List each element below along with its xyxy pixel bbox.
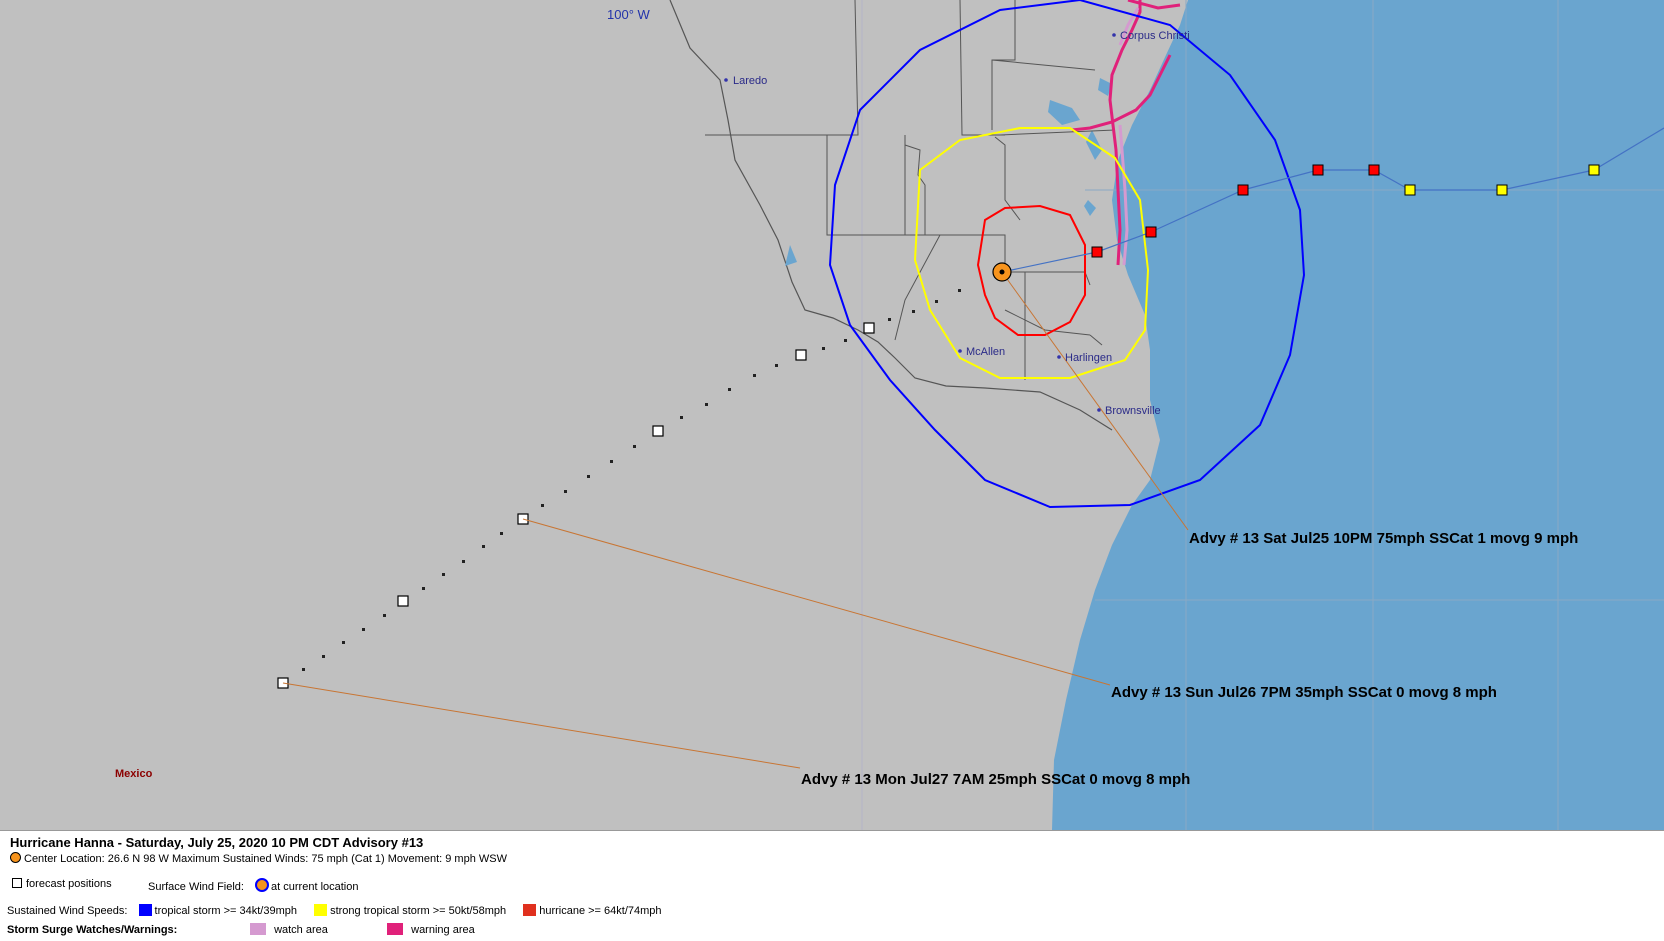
past-position-strong-ts [1496,184,1508,196]
city-label-laredo: Laredo [733,75,767,87]
wind-field-target-icon [255,878,270,892]
meridian-label: 100° W [607,7,651,22]
watch-swatch [250,923,267,935]
sts-label: strong tropical storm >= 50kt/58mph [330,905,507,917]
city-label-brownsville: Brownsville [1105,405,1161,417]
land-mass [0,0,1188,830]
callout-current: Advy # 13 Sat Jul25 10PM 75mph SSCat 1 m… [1189,530,1578,547]
past-position-hurricane [1091,246,1103,258]
at-current-location-label: at current location [271,881,359,893]
legend-title: Hurricane Hanna - Saturday, July 25, 202… [10,835,424,850]
center-location-line: Center Location: 26.6 N 98 W Maximum Sus… [10,852,507,865]
forecast-square-icon [12,878,22,888]
hu-label: hurricane >= 64kt/74mph [539,905,662,917]
country-label-mexico: Mexico [115,768,153,780]
city-label-mcallen: McAllen [966,346,1005,358]
forecast-positions-label: forecast positions [26,878,112,890]
forecast-position [652,425,664,437]
surface-wind-field-key: Surface Wind Field: at current location [148,878,358,893]
forecast-position [795,349,807,361]
sts-swatch [314,904,328,916]
sustained-label: Sustained Wind Speeds: [7,905,128,917]
forecast-position [863,322,875,334]
warning-swatch [387,923,404,935]
legend-panel: Hurricane Hanna - Saturday, July 25, 202… [0,830,1664,941]
callout-jul27: Advy # 13 Mon Jul27 7AM 25mph SSCat 0 mo… [801,771,1190,788]
sustained-wind-key: Sustained Wind Speeds: tropical storm >=… [7,904,662,917]
city-label-harlingen: Harlingen [1065,352,1112,364]
hu-swatch [523,904,537,916]
forecast-position [397,595,409,607]
warning-label: warning area [411,924,475,936]
watch-label: watch area [274,924,328,936]
past-position-hurricane [1237,184,1249,196]
hurricane-track-map: 100° W Laredo Corpus Christi McAllen Har… [0,0,1664,830]
past-position-hurricane [1312,164,1324,176]
callout-jul26: Advy # 13 Sun Jul26 7PM 35mph SSCat 0 mo… [1111,684,1497,701]
center-location-text: Center Location: 26.6 N 98 W Maximum Sus… [24,853,507,865]
ts-label: tropical storm >= 34kt/39mph [154,905,297,917]
past-position-hurricane [1145,226,1157,238]
surge-key: Storm Surge Watches/Warnings: watch area… [7,923,475,936]
surge-label: Storm Surge Watches/Warnings: [7,924,178,936]
past-position-hurricane [1368,164,1380,176]
forecast-positions-key: forecast positions [12,878,112,890]
storm-center-icon [992,262,1012,282]
storm-center-icon [10,852,21,863]
city-label-corpus-christi: Corpus Christi [1120,30,1190,42]
past-position-strong-ts [1588,164,1600,176]
surface-wind-field-label: Surface Wind Field: [148,881,244,893]
ts-swatch [138,904,152,916]
past-position-strong-ts [1404,184,1416,196]
